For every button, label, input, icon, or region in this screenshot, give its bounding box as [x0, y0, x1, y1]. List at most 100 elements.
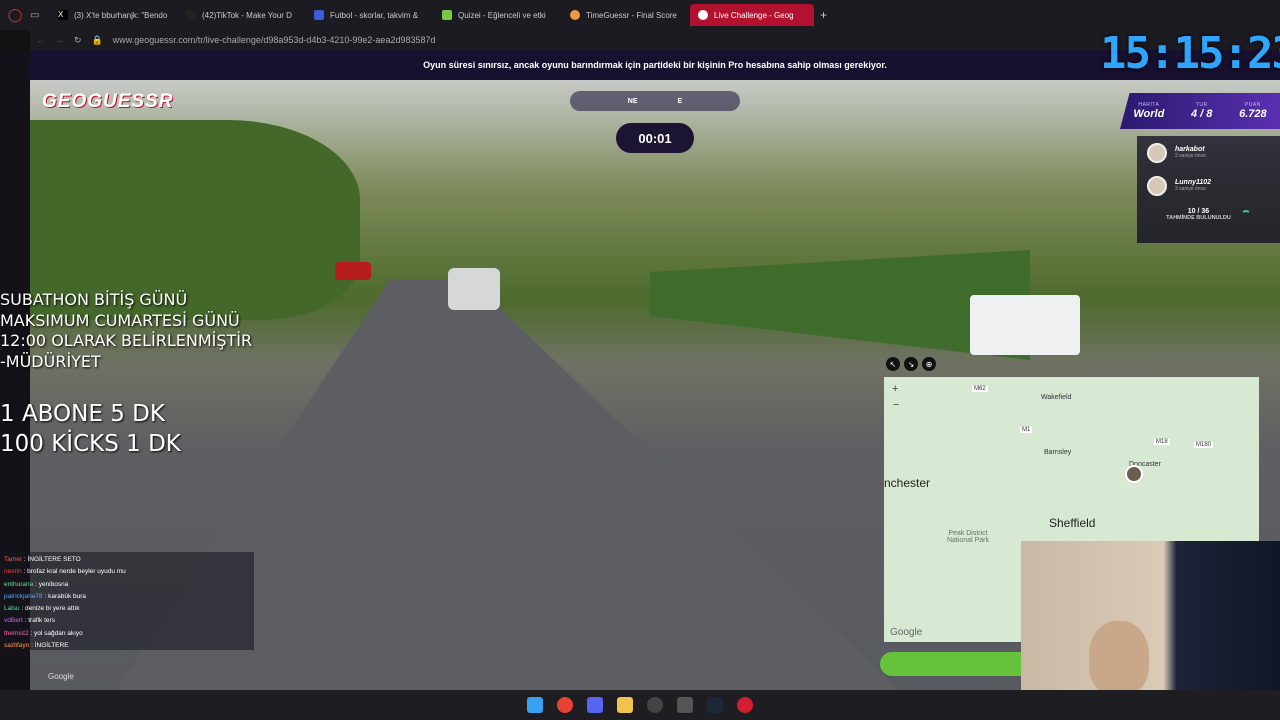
map-place-label: Barnsley	[1044, 449, 1072, 456]
quizei-icon	[442, 10, 452, 20]
tab-label: Live Challenge - Geog	[714, 10, 794, 20]
stat-score: PUAN 6.728	[1239, 102, 1267, 120]
opera-icon[interactable]	[737, 697, 753, 713]
chat-message: themist2 : yol sağdan akıyo	[4, 629, 83, 637]
chat-text: brofaz kral nerde beyler uyudu mu	[27, 568, 126, 576]
futbol-icon	[314, 10, 324, 20]
chat-message: nesrin : brofaz kral nerde beyler uyudu …	[4, 568, 126, 576]
avatar	[1147, 142, 1167, 163]
streamer-head	[1089, 621, 1149, 696]
x-icon: X	[58, 10, 68, 20]
tab-futbol[interactable]: Futbol - skorlar, takvim &	[306, 4, 434, 26]
chat-text: yenibosna	[38, 580, 69, 588]
obs-icon[interactable]	[647, 697, 663, 713]
sidebar-toggle-icon[interactable]: ▭	[30, 10, 50, 21]
chat-user: sazlifayn	[4, 642, 30, 650]
overlay-line: -MÜDÜRİYET	[0, 351, 101, 371]
map-place-label: Peak District National Park	[946, 530, 990, 544]
chat-user: Lalsu	[4, 605, 20, 613]
overlay-line: SUBATHON BİTİŞ GÜNÜ	[0, 290, 188, 309]
chat-message: vdBert : trafik ters	[4, 617, 55, 625]
chat-user: vdBert	[4, 617, 23, 625]
forward-icon[interactable]: →	[55, 35, 64, 45]
chat-message: enthurana : yenibosna	[4, 580, 69, 588]
avatar	[1147, 175, 1167, 196]
windows-start-icon[interactable]	[527, 697, 543, 713]
geoguessr-icon	[698, 10, 708, 20]
tab-timeguessr[interactable]: TimeGuessr - Final Score	[562, 4, 690, 26]
timeguessr-icon	[570, 10, 580, 20]
zoom-out-button[interactable]: −	[893, 399, 899, 411]
address-bar: ← → ↻ 🔒 www.geoguessr.com/tr/live-challe…	[30, 30, 1280, 50]
tab-x[interactable]: X (3) X'te bburhanjk: "Bendo	[50, 4, 178, 26]
sub-rates: 1 ABONE 5 DK 100 KİCKS 1 DK	[0, 399, 181, 459]
chat-message: patrickjane78 : karabük bura	[4, 592, 87, 600]
compass-heading: E	[677, 97, 683, 105]
stat-round: TUR 4 / 8	[1191, 102, 1212, 120]
windows-taskbar	[0, 690, 1280, 720]
google-watermark: Google	[48, 672, 74, 681]
url-field[interactable]: www.geoguessr.com/tr/live-challenge/d98a…	[113, 35, 436, 45]
tab-quizei[interactable]: Quizei - Eğlenceli ve etki	[434, 4, 562, 26]
player-name: harkabot	[1175, 146, 1205, 153]
chat-user: enthurana	[4, 580, 34, 588]
chat-message: sazlifayn : İNGİLTERE	[4, 642, 69, 650]
chrome-icon[interactable]	[557, 697, 573, 713]
chat-user: nesrin	[4, 568, 22, 576]
chat-text: karabük bura	[48, 592, 87, 600]
map-place-label: nchester	[884, 476, 931, 490]
tab-label: Futbol - skorlar, takvim &	[330, 10, 419, 20]
guess-marker-icon[interactable]	[1125, 465, 1143, 483]
compass: NE E	[570, 91, 740, 111]
tab-live-challenge[interactable]: Live Challenge - Geog	[690, 4, 814, 26]
stat-value: World	[1133, 108, 1165, 120]
zoom-in-button[interactable]: +	[892, 383, 898, 395]
discord-icon[interactable]	[587, 697, 603, 713]
player-item: harkabot 2 saniye önce	[1137, 136, 1280, 169]
map-road-label: M180	[1194, 442, 1214, 448]
chat-user: Tamer	[4, 556, 23, 563]
pro-notice-banner: Oyun süresi sınırsız, ancak oyunu barınd…	[30, 50, 1280, 80]
map-pin-icon[interactable]: ⊕	[922, 357, 936, 371]
player-time: 3 saniye önce	[1175, 186, 1206, 192]
back-icon[interactable]: ←	[36, 35, 45, 45]
new-tab-icon[interactable]: +	[820, 8, 827, 22]
overlay-line: 12:00 OLARAK BELİRLENMİŞTİR	[0, 331, 253, 350]
player-time: 2 saniye önce	[1175, 153, 1206, 159]
file-explorer-icon[interactable]	[617, 697, 633, 713]
chat-text: yol sağdan akıyo	[34, 629, 83, 637]
tab-label: (42)TikTok - Make Your D	[202, 10, 292, 20]
car-red	[335, 262, 371, 280]
map-road-label: M62	[972, 386, 988, 392]
spinner-icon	[1240, 209, 1251, 220]
game-stats: HARİTA World TUR 4 / 8 PUAN 6.728	[1120, 93, 1280, 129]
stat-map: HARİTA World	[1133, 102, 1164, 120]
steam-icon[interactable]	[707, 697, 723, 713]
reload-icon[interactable]: ↻	[74, 35, 82, 46]
stat-value: 6.728	[1239, 108, 1267, 120]
map-place-label: Sheffield	[1049, 516, 1096, 530]
map-controls: ↖ ↘ ⊕	[886, 357, 936, 371]
tab-label: Quizei - Eğlenceli ve etki	[458, 10, 546, 20]
map-road-label: M1	[1020, 427, 1033, 433]
chat-message: Tamer : İNGİLTERE SETO	[4, 556, 81, 563]
map-shrink-icon[interactable]: ↘	[904, 357, 918, 371]
chat-text: denize bi yere attık	[24, 605, 80, 613]
app-icon[interactable]	[677, 697, 693, 713]
stream-chat: Tamer : İNGİLTERE SETO nesrin : brofaz k…	[0, 552, 254, 650]
map-road-label: M18	[1154, 439, 1170, 445]
tiktok-icon	[186, 10, 196, 20]
browser-logo-icon[interactable]: ◯	[0, 7, 30, 23]
lock-icon: 🔒	[91, 34, 103, 45]
screen: ◯ ▭ X (3) X'te bburhanjk: "Bendo (42)TikT…	[0, 0, 1280, 720]
map-place-label: Wakefield	[1041, 394, 1072, 401]
guess-count: 10 / 36	[1187, 208, 1210, 215]
map-expand-icon[interactable]: ↖	[886, 357, 900, 371]
tab-tiktok[interactable]: (42)TikTok - Make Your D	[178, 4, 306, 26]
compass-heading: NE	[627, 97, 638, 105]
tab-label: TimeGuessr - Final Score	[586, 10, 677, 20]
chat-message: Lalsu : denize bi yere attık	[4, 605, 80, 613]
guess-button[interactable]	[880, 652, 1021, 676]
player-list: harkabot 2 saniye önce Lunny1102 3 saniye …	[1137, 136, 1280, 243]
subathon-notice: SUBATHON BİTİŞ GÜNÜ MAKSIMUM CUMARTESİ G…	[0, 290, 252, 372]
